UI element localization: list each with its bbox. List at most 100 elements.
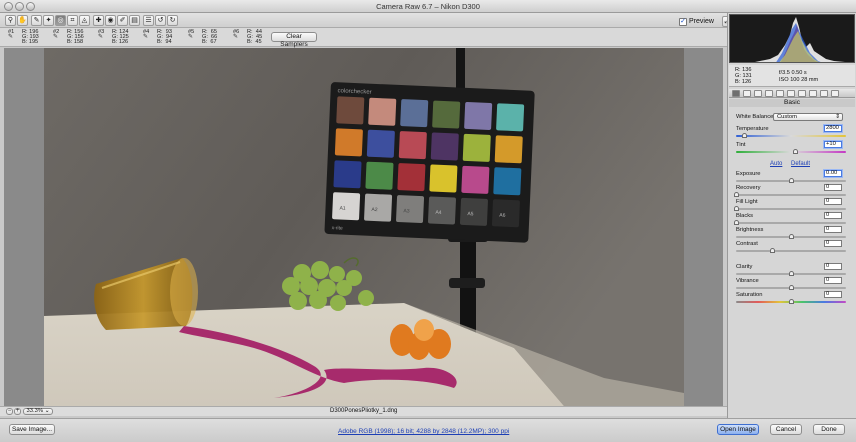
vibrance-field[interactable]: 0	[824, 277, 842, 284]
preferences-tool-icon[interactable]: ☰	[143, 15, 154, 26]
color-patch	[366, 129, 395, 158]
recovery-slider-thumb[interactable]	[734, 192, 739, 197]
done-button[interactable]: Done	[813, 424, 845, 435]
straighten-tool-icon[interactable]: ◬	[79, 15, 90, 26]
contrast-field[interactable]: 0	[824, 240, 842, 247]
color-patch	[496, 103, 525, 132]
zoom-window-button[interactable]	[26, 2, 35, 11]
cancel-button[interactable]: Cancel	[770, 424, 802, 435]
tab-tone-curve-icon[interactable]	[743, 90, 751, 97]
temperature-field[interactable]: 2800	[824, 125, 842, 132]
white-balance-select[interactable]: Custom ⇕	[773, 113, 843, 121]
exposure-slider[interactable]	[736, 178, 846, 183]
tab-presets-icon[interactable]	[820, 90, 828, 97]
gray-patch-label: A3	[403, 208, 410, 214]
close-window-button[interactable]	[4, 2, 13, 11]
open-image-button[interactable]: Open Image	[717, 424, 759, 435]
workflow-options-link[interactable]: Adobe RGB (1998); 16 bit; 4288 by 2848 (…	[338, 428, 509, 435]
tab-snapshots-icon[interactable]	[831, 90, 839, 97]
recovery-field[interactable]: 0	[824, 184, 842, 191]
adjustment-brush-tool-icon[interactable]: ✐	[117, 15, 128, 26]
eyedropper-icon: ✎	[233, 34, 239, 40]
hand-tool-icon[interactable]: ✋	[17, 15, 28, 26]
fill-light-slider-thumb[interactable]	[734, 206, 739, 211]
zoom-in-button[interactable]: +	[14, 408, 21, 415]
panel-tabs	[729, 89, 855, 98]
gray-patch-label: A6	[499, 212, 506, 218]
zoom-level-select[interactable]: 33.3% ⌄	[23, 408, 53, 415]
clarity-field[interactable]: 0	[824, 263, 842, 270]
histogram	[729, 14, 855, 63]
white-balance-tool-icon[interactable]: ✎	[31, 15, 42, 26]
color-patch	[400, 99, 429, 128]
rotate-ccw-tool-icon[interactable]: ↺	[155, 15, 166, 26]
clarity-slider-thumb[interactable]	[789, 271, 794, 276]
tint-slider[interactable]	[736, 149, 846, 154]
tint-field[interactable]: +10	[824, 141, 842, 148]
saturation-slider-thumb[interactable]	[789, 299, 794, 304]
zoom-out-button[interactable]: −	[6, 408, 13, 415]
color-patch	[429, 164, 458, 193]
vibrance-slider[interactable]	[736, 285, 846, 290]
temperature-slider[interactable]	[736, 133, 846, 138]
color-sampler-tool-icon[interactable]: ✦	[43, 15, 54, 26]
color-patch	[462, 133, 491, 162]
save-image-button[interactable]: Save Image...	[9, 424, 55, 435]
exposure-field[interactable]: 0.00	[824, 170, 842, 177]
preview-checkbox[interactable]: ✓	[679, 17, 687, 26]
vibrance-label: Vibrance	[736, 278, 759, 284]
minimize-window-button[interactable]	[15, 2, 24, 11]
rotate-cw-tool-icon[interactable]: ↻	[167, 15, 178, 26]
graduated-filter-tool-icon[interactable]: ▤	[129, 15, 140, 26]
blacks-slider-thumb[interactable]	[734, 220, 739, 225]
tab-hsl-icon[interactable]	[765, 90, 773, 97]
contrast-slider[interactable]	[736, 248, 846, 253]
color-patch	[464, 101, 493, 130]
sampler-b: B: 158	[67, 39, 84, 45]
panel-title: Basic	[729, 99, 855, 107]
exposure-slider-thumb[interactable]	[789, 178, 794, 183]
preview-toggle[interactable]: ✓ Preview ⤢	[679, 16, 733, 27]
brightness-slider-thumb[interactable]	[789, 234, 794, 239]
recovery-slider[interactable]	[734, 192, 846, 197]
contrast-slider-thumb[interactable]	[770, 248, 776, 253]
saturation-slider[interactable]	[736, 299, 846, 304]
vibrance-slider-thumb[interactable]	[789, 285, 794, 290]
fill-light-label: Fill Light	[736, 199, 758, 205]
fill-light-field[interactable]: 0	[824, 198, 842, 205]
blacks-slider[interactable]	[734, 220, 846, 225]
temperature-slider-thumb[interactable]	[741, 133, 747, 138]
default-link[interactable]: Default	[791, 161, 810, 167]
crop-tool-icon[interactable]: ⌗	[67, 15, 78, 26]
rgb-readout: R: 136 G: 131 B: 126	[735, 67, 752, 85]
auto-link[interactable]: Auto	[770, 161, 782, 167]
photo-scene: colorchecker A1 A2 A3 A4 A5 A6 x-rite	[44, 48, 684, 406]
tab-camera-calibration-icon[interactable]	[809, 90, 817, 97]
tab-split-toning-icon[interactable]	[776, 90, 784, 97]
gray-patch-label: A1	[339, 205, 346, 211]
clarity-slider[interactable]	[736, 271, 846, 276]
targeted-adjustment-tool-icon[interactable]: ◎	[55, 15, 66, 26]
spot-removal-tool-icon[interactable]: ✚	[93, 15, 104, 26]
tint-slider-thumb[interactable]	[793, 149, 799, 154]
color-patch	[430, 132, 459, 161]
image-preview[interactable]: colorchecker A1 A2 A3 A4 A5 A6 x-rite	[44, 48, 684, 406]
tab-effects-icon[interactable]	[798, 90, 806, 97]
temperature-label: Temperature	[736, 126, 769, 132]
red-eye-tool-icon[interactable]: ◉	[105, 15, 116, 26]
fill-light-slider[interactable]	[734, 206, 846, 211]
tab-detail-icon[interactable]	[754, 90, 762, 97]
tab-lens-icon[interactable]	[787, 90, 795, 97]
zoom-tool-icon[interactable]: ⚲	[5, 15, 16, 26]
brightness-field[interactable]: 0	[824, 226, 842, 233]
blacks-field[interactable]: 0	[824, 212, 842, 219]
eyedropper-icon: ✎	[188, 34, 194, 40]
brightness-slider[interactable]	[736, 234, 846, 239]
clear-samplers-button[interactable]: Clear Samplers	[271, 32, 317, 48]
exposure-info: f/3.5 0.50 s	[779, 70, 807, 76]
toolbar: ⚲✋✎✦◎⌗◬✚◉✐▤☰↺↻ ✓ Preview ⤢	[0, 13, 733, 28]
color-patch	[334, 128, 363, 157]
tab-basic-icon[interactable]	[732, 90, 740, 97]
saturation-field[interactable]: 0	[824, 291, 842, 298]
color-patch	[397, 163, 426, 192]
